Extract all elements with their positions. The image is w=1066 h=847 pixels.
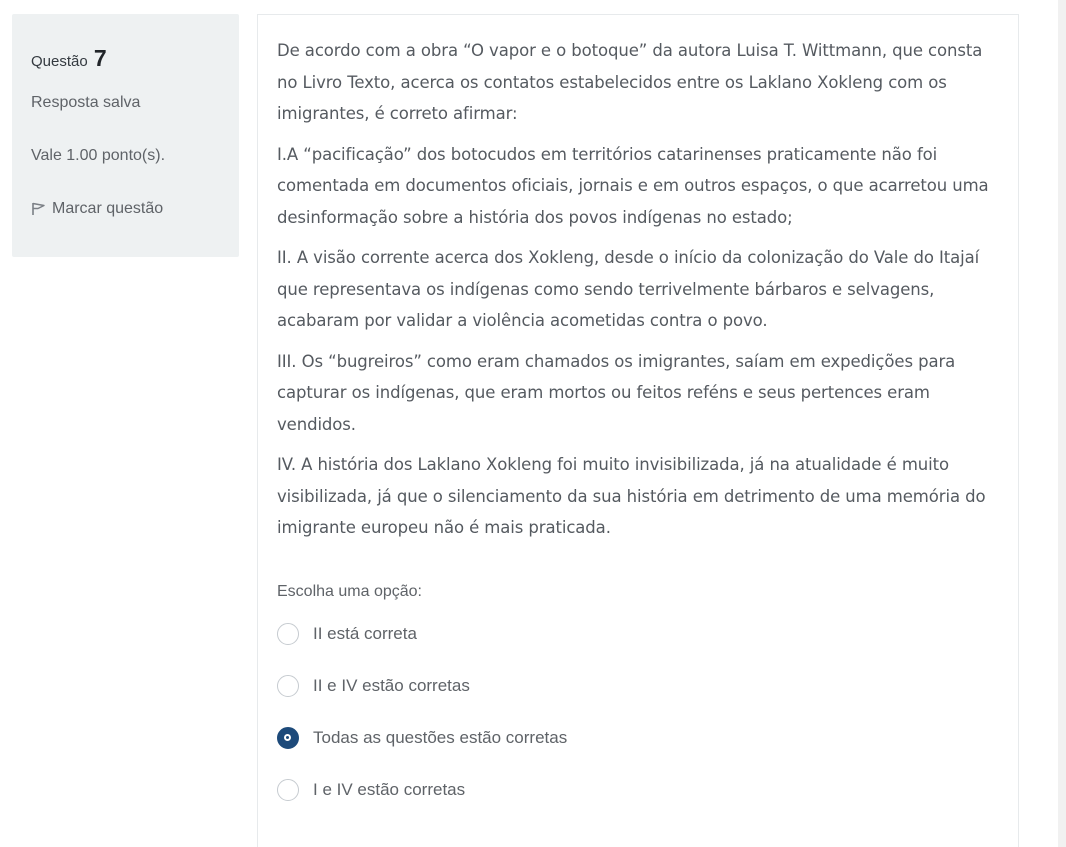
- question-info-panel: Questão 7 Resposta salva Vale 1.00 ponto…: [12, 14, 239, 257]
- choose-option-prompt: Escolha uma opção:: [277, 582, 422, 600]
- radio-button-selected[interactable]: [277, 726, 299, 749]
- question-number-value: 7: [93, 45, 107, 71]
- question-number: Questão 7: [31, 44, 220, 72]
- flag-question-label: Marcar questão: [52, 200, 164, 217]
- answer-options: II está correta II e IV estão corretas T…: [277, 620, 999, 804]
- answer-option-label[interactable]: II e IV estão corretas: [313, 676, 470, 696]
- flag-icon: [31, 197, 52, 221]
- flag-question-link[interactable]: Marcar questão: [31, 197, 220, 221]
- answer-option-label[interactable]: II está correta: [313, 624, 417, 644]
- page-scrollbar[interactable]: [1058, 0, 1066, 847]
- radio-button[interactable]: [277, 778, 299, 801]
- radio-button[interactable]: [277, 674, 299, 697]
- question-content: De acordo com a obra “O vapor e o botoqu…: [257, 14, 1019, 847]
- question-label: Questão: [31, 53, 88, 70]
- answer-option[interactable]: II e IV estão corretas: [277, 672, 999, 700]
- quiz-page: Questão 7 Resposta salva Vale 1.00 ponto…: [0, 0, 1066, 847]
- answer-option[interactable]: II está correta: [277, 620, 999, 648]
- question-paragraph: IV. A história dos Laklano Xokleng foi m…: [277, 455, 986, 537]
- question-paragraph: De acordo com a obra “O vapor e o botoqu…: [277, 41, 983, 123]
- answer-option[interactable]: I e IV estão corretas: [277, 776, 999, 804]
- answer-option-label[interactable]: Todas as questões estão corretas: [313, 728, 567, 748]
- question-state: Resposta salva: [31, 94, 141, 111]
- answer-option[interactable]: Todas as questões estão corretas: [277, 724, 999, 752]
- question-text: De acordo com a obra “O vapor e o botoqu…: [277, 35, 999, 544]
- question-grade: Vale 1.00 ponto(s).: [31, 147, 166, 164]
- question-paragraph: III. Os “bugreiros” como eram chamados o…: [277, 351, 956, 434]
- radio-button[interactable]: [277, 622, 299, 645]
- question-paragraph: I.A “pacificação” dos botocudos em terri…: [277, 144, 989, 227]
- question-paragraph: II. A visão corrente acerca dos Xokleng,…: [277, 248, 980, 330]
- answer-option-label[interactable]: I e IV estão corretas: [313, 780, 465, 800]
